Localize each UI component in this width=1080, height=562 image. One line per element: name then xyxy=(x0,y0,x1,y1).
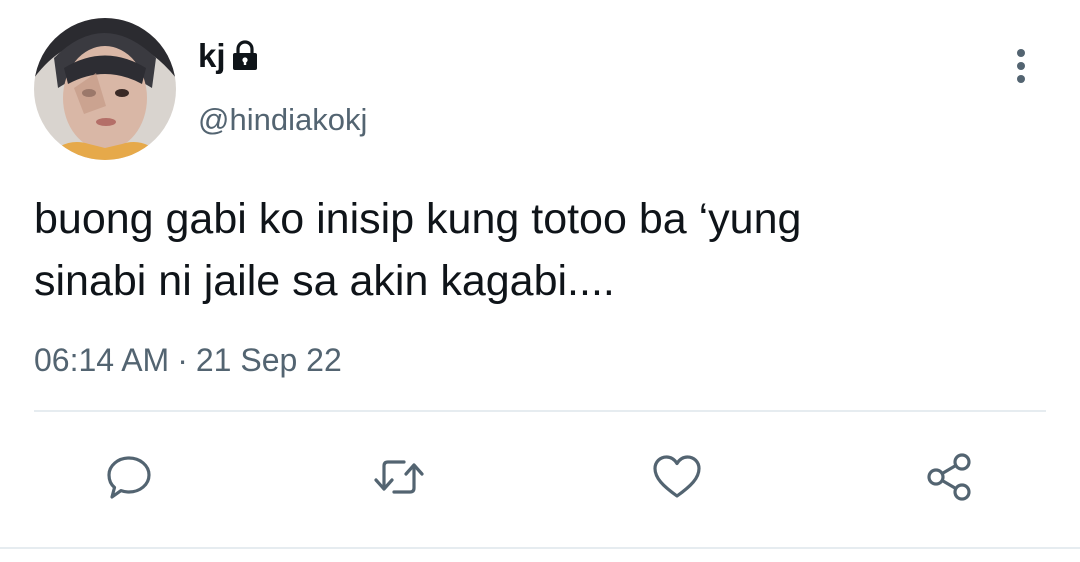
divider xyxy=(34,410,1046,412)
tweet-date: 21 Sep 22 xyxy=(195,342,342,378)
divider xyxy=(0,547,1080,549)
retweet-icon xyxy=(372,452,426,507)
avatar[interactable] xyxy=(34,18,176,160)
reply-icon xyxy=(104,452,154,507)
tweet-text: buong gabi ko inisip kung totoo ba ‘yung… xyxy=(34,195,802,305)
user-handle[interactable]: @hindiakokj xyxy=(198,100,367,140)
like-button[interactable] xyxy=(650,452,704,506)
more-vertical-icon[interactable] xyxy=(1006,44,1036,88)
lock-icon xyxy=(230,40,260,72)
meta-separator: · xyxy=(177,342,188,378)
retweet-button[interactable] xyxy=(372,452,426,506)
share-icon xyxy=(922,450,976,509)
share-button[interactable] xyxy=(922,452,976,506)
display-name[interactable]: kj xyxy=(198,34,260,78)
tweet-time: 06:14 AM xyxy=(34,342,170,378)
reply-button[interactable] xyxy=(102,452,156,506)
tweet-card[interactable]: kj @hindiakokj buong gabi ko inisip kung… xyxy=(0,0,1080,562)
display-name-text: kj xyxy=(198,37,226,74)
heart-icon xyxy=(651,452,703,507)
tweet-timestamp[interactable]: 06:14 AM · 21 Sep 22 xyxy=(34,338,342,382)
